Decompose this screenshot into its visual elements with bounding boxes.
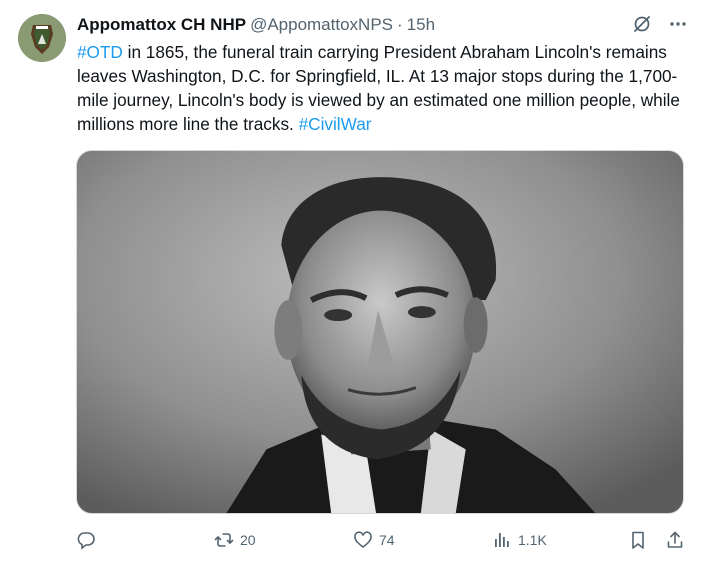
share-icon [667,531,683,548]
like-count: 74 [379,532,395,548]
timestamp[interactable]: 15h [407,15,435,35]
repost-icon [214,533,234,547]
repost-count: 20 [240,532,256,548]
bookmark-icon [632,531,644,549]
heart-icon [354,531,372,549]
views-count: 1.1K [518,532,547,548]
more-options-icon[interactable] [668,14,688,34]
reply-icon [77,532,95,550]
display-name[interactable]: Appomattox CH NHP [77,15,246,35]
top-actions [632,14,688,34]
repost-button[interactable]: 20 [214,530,256,550]
separator: · [397,15,403,34]
user-handle[interactable]: @AppomattoxNPS [250,15,393,35]
avatar[interactable] [18,14,66,62]
like-button[interactable]: 74 [353,530,395,550]
hashtag-otd[interactable]: #OTD [77,42,123,62]
bookmark-button[interactable] [628,530,648,550]
share-button[interactable] [665,530,685,550]
tweet-text: #OTD in 1865, the funeral train carrying… [77,40,689,136]
grok-icon[interactable] [632,14,652,34]
lincoln-portrait-photo [77,151,683,513]
tweet-body: in 1865, the funeral train carrying Pres… [77,42,680,134]
views-button[interactable]: 1.1K [492,530,547,550]
tweet-actions: 20 74 1.1K [76,530,688,554]
hashtag-civilwar[interactable]: #CivilWar [299,114,372,134]
nps-arrowhead-icon [18,14,66,62]
tweet-header: Appomattox CH NHP @AppomattoxNPS · 15h [77,14,435,36]
views-icon [495,533,509,547]
tweet-media[interactable] [76,150,684,514]
tweet-card[interactable]: Appomattox CH NHP @AppomattoxNPS · 15h #… [0,0,704,567]
reply-button[interactable] [76,530,102,550]
